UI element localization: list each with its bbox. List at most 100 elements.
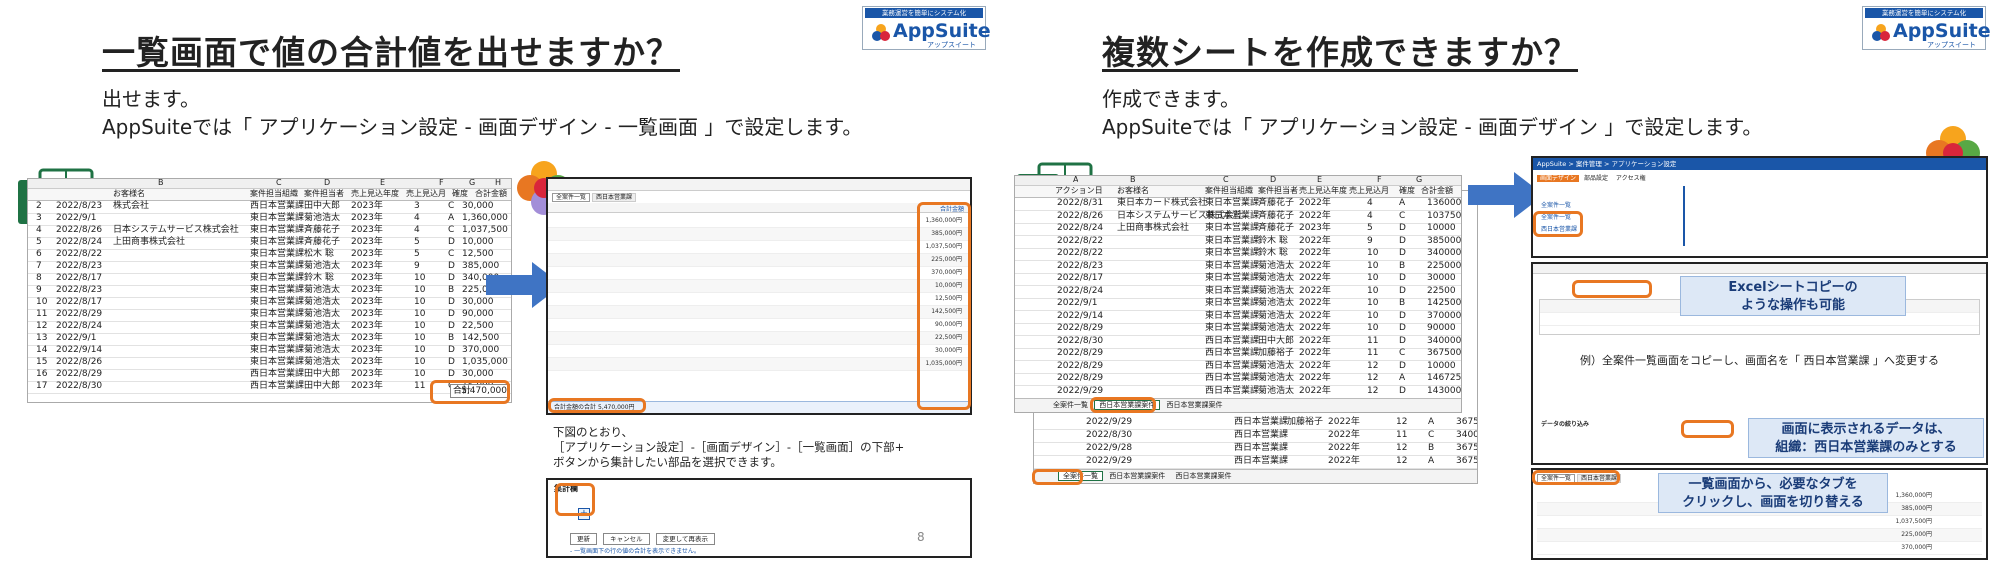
cell: D (448, 297, 455, 307)
callout-data-filter: 画面に表示されるデータは、 組織：西日本営業課のみとする (1748, 418, 1984, 458)
cell: 西日本営業課 (1234, 456, 1289, 466)
cell: A (1428, 456, 1435, 466)
table-row[interactable]: 90,000円 (548, 319, 970, 332)
cell: 4 (1367, 198, 1373, 208)
cell: D (448, 273, 455, 283)
cell: 30,000 (462, 201, 494, 211)
header-cell: 確度 (1399, 186, 1415, 195)
logo-tagline: 業務運営を簡単にシステム化 (1865, 8, 1983, 18)
cell: D (448, 369, 455, 379)
cell: 10 (1367, 285, 1379, 296)
cell: 菊池浩太 (304, 345, 341, 355)
cell: 385000 (1427, 235, 1462, 246)
tab-west-sales[interactable]: 西日本営業課 (591, 193, 636, 202)
cell: 2022/8/23 (56, 285, 103, 295)
sheet-tab[interactable]: 西日本営業課案件 (1171, 472, 1235, 480)
cell: 2022/8/24 (56, 237, 103, 247)
table-row[interactable]: 10,000円 (548, 280, 970, 293)
cell: 90000 (1427, 323, 1456, 333)
table-row[interactable]: 12,500円 (548, 293, 970, 306)
cell: 斉藤花子 (1258, 223, 1295, 233)
cell: 4 (1367, 210, 1373, 221)
cell: B (448, 333, 455, 343)
sheet-tab[interactable]: 西日本営業課案件 (1162, 401, 1226, 409)
footer-highlight (548, 398, 646, 413)
cell: 2022/8/30 (1057, 335, 1104, 346)
cell: C (1428, 430, 1435, 440)
cell: 2022/8/30 (56, 381, 103, 391)
cell: 西日本営業課 (1205, 360, 1260, 371)
dialog-highlight (555, 483, 595, 516)
page-number: 8 (917, 530, 925, 544)
sheet-tab[interactable]: 全案件一覧 (1049, 401, 1092, 409)
cell: 西日本営業課 (250, 381, 305, 391)
cell: 2022/9/1 (56, 213, 97, 223)
cell: 10000 (1427, 360, 1456, 371)
table-row[interactable]: 1,037,500円 (1537, 516, 1982, 529)
cell: 2022/8/23 (56, 201, 103, 211)
table-row[interactable]: 385,000円 (548, 228, 970, 241)
table-row[interactable]: 370,000円 (1537, 542, 1982, 555)
cell: 2022/8/17 (56, 273, 103, 283)
cell: 斉藤花子 (304, 225, 341, 235)
header-cell: 売上見込年度 (351, 189, 399, 198)
table-row[interactable]: 1,037,500円 (548, 241, 970, 254)
cell: 西日本営業課 (1205, 385, 1260, 396)
slide-title: 一覧画面で値の合計値を出せますか？ (102, 33, 680, 72)
cell: 10 (414, 333, 426, 343)
table-row[interactable]: 225,000円 (1537, 529, 1982, 542)
menu-parts[interactable]: 部品設定 (1581, 175, 1611, 182)
table-row[interactable]: 30,000円 (548, 345, 970, 358)
cell: 370000 (1427, 310, 1462, 321)
cell: 10 (1367, 298, 1379, 308)
cell: 12 (1396, 443, 1408, 453)
cell: 菊池浩太 (1258, 285, 1295, 296)
tab-all-projects[interactable]: 全案件一覧 (552, 193, 591, 202)
cell: 10 (1367, 323, 1379, 333)
cell: 2022/9/1 (56, 333, 97, 343)
cell: 菊池浩太 (304, 285, 341, 295)
apply-reload-button[interactable]: 変更して再表示 (655, 533, 715, 545)
cell: 2023年 (351, 225, 383, 235)
cell: 1,035,000 (462, 357, 508, 367)
cell: 16 (36, 369, 48, 379)
cell: 10 (414, 273, 426, 283)
cancel-button[interactable]: キャンセル (603, 533, 650, 545)
cell: 2022年 (1299, 385, 1331, 396)
cell: D (448, 321, 455, 331)
cell: 12 (1367, 385, 1379, 396)
cell: 5 (414, 249, 420, 259)
cell: D (1399, 335, 1406, 346)
table-row[interactable]: 225,000円 (548, 254, 970, 267)
cell: 東日本営業課 (250, 273, 305, 283)
cell: 14672500 (1427, 373, 1462, 383)
table-row[interactable]: 1,360,000円 (548, 215, 970, 228)
cell: 2023年 (351, 345, 383, 355)
cell: 2022/8/29 (1057, 323, 1104, 333)
cell: 2023年 (351, 273, 383, 283)
table-row[interactable]: 1,035,000円 (548, 358, 970, 371)
cell: 2022/8/24 (56, 321, 103, 331)
cell: 東日本営業課 (250, 297, 305, 307)
menu-screen-design[interactable]: 画面デザイン (1537, 175, 1580, 182)
cell: 斉藤花子 (1258, 198, 1295, 208)
table-row: 2022/9/29 西日本営業課菊池浩太 2022年 12 D 14300000 (1015, 386, 1461, 399)
update-button[interactable]: 更新 (570, 533, 597, 545)
excel-sheet-front: A B C D E F G アクション日 お客様名 案件担当組織 案件担当者 売… (1014, 175, 1462, 413)
appsuite-logo: 業務運営を簡単にシステム化 AppSuite アップスイート (862, 6, 991, 50)
cell: D (1399, 360, 1406, 371)
header-cell: 合計金額 (1421, 186, 1453, 195)
table-row[interactable]: 142,500円 (548, 306, 970, 319)
table-row[interactable]: 370,000円 (548, 267, 970, 280)
sheet-tab[interactable]: 西日本営業課案件 (1105, 472, 1169, 480)
appsuite-logo: 業務運営を簡単にシステム化 AppSuite アップスイート (1862, 6, 1991, 50)
cell: 東日本営業課 (250, 309, 305, 319)
cell: 2022年 (1299, 235, 1331, 246)
instruction-text: AppSuiteでは「 アプリケーション設定 - 画面デザイン - 一覧画面 」… (102, 115, 863, 139)
cell: 2022年 (1328, 443, 1360, 453)
answer-text: 作成できます。 (1102, 87, 1240, 111)
cell: 11 (1396, 430, 1408, 440)
table-row[interactable]: 22,500円 (548, 332, 970, 345)
cell: 2023年 (351, 309, 383, 319)
menu-access[interactable]: アクセス権 (1613, 175, 1649, 182)
